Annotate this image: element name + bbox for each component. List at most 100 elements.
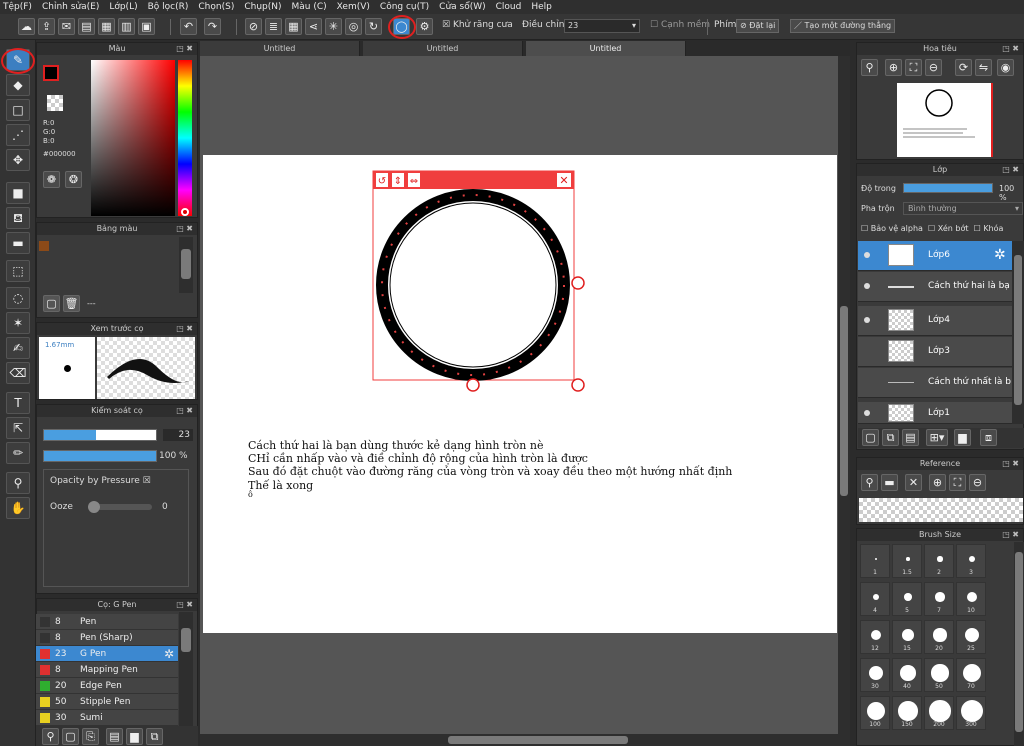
brush-size-cell[interactable]: 300 xyxy=(956,696,986,730)
layer-row[interactable]: Lớp4 xyxy=(858,306,1014,336)
ref-close-icon[interactable]: ✕ xyxy=(905,474,922,491)
brush-size-cell[interactable]: 7 xyxy=(924,582,954,616)
brush-copy-icon[interactable]: ⎘ xyxy=(82,728,99,745)
brush-size-cell[interactable]: 40 xyxy=(892,658,922,692)
operation-tool-icon[interactable]: ⇱ xyxy=(6,417,30,439)
layer-copy-icon[interactable]: ⧉ xyxy=(882,429,899,446)
tab-untitled-2[interactable]: Untitled xyxy=(363,41,523,56)
brush-folder-icon[interactable]: ▆ xyxy=(126,728,143,745)
ref-add-icon[interactable]: ⚲ xyxy=(861,474,878,491)
magic-wand-icon[interactable]: ✶ xyxy=(6,312,30,334)
nav-zoom-in-icon[interactable]: ⊕ xyxy=(885,59,902,76)
tab-untitled-1[interactable]: Untitled xyxy=(200,41,360,56)
fill-rect-icon[interactable]: ■ xyxy=(6,182,30,204)
brush-size-cell[interactable]: 3 xyxy=(956,544,986,578)
straight-line-button[interactable]: ／ Tạo một đường thẳng xyxy=(790,19,896,33)
menu-item[interactable]: Chỉnh sửa(E) xyxy=(42,2,99,12)
brush-size-cell[interactable]: 4 xyxy=(860,582,890,616)
color-wheel-icon[interactable]: ❁ xyxy=(43,171,60,188)
color-mix-icon[interactable]: ❂ xyxy=(65,171,82,188)
text-tool-icon[interactable]: T xyxy=(6,392,30,414)
brush-size-cell[interactable]: 20 xyxy=(924,620,954,654)
perspective-snap-icon[interactable]: ⋖ xyxy=(305,18,322,35)
brush-size-cell[interactable]: 1 xyxy=(860,544,890,578)
layer-opacity-slider[interactable] xyxy=(903,183,993,193)
tab-untitled-3[interactable]: Untitled xyxy=(526,41,686,56)
nav-fit-icon[interactable]: ⛶ xyxy=(905,59,922,76)
select-eraser-icon[interactable]: ⌫ xyxy=(6,362,30,384)
grid-icon[interactable]: ▣ xyxy=(138,18,155,35)
brush-size-value[interactable]: 23 xyxy=(163,429,193,441)
eraser-tool-icon[interactable]: ◆ xyxy=(6,74,30,96)
curve-snap-icon[interactable]: ↻ xyxy=(365,18,382,35)
soft-edge-checkbox[interactable]: ☐ Cạnh mềm xyxy=(650,20,710,30)
ref-zoom-in-icon[interactable]: ⊕ xyxy=(929,474,946,491)
brush-size-cell[interactable]: 2 xyxy=(924,544,954,578)
ooze-slider[interactable] xyxy=(88,501,152,513)
select-pen-icon[interactable]: ✍ xyxy=(6,337,30,359)
brush-row[interactable]: 8 Pen xyxy=(36,614,178,630)
brush-row[interactable]: 8 Pen (Sharp) xyxy=(36,630,178,646)
menu-item[interactable]: Chọn(S) xyxy=(198,2,234,12)
divide-tool-icon[interactable]: ✏ xyxy=(6,442,30,464)
blend-mode-select[interactable]: Bình thường ▾ xyxy=(903,202,1023,215)
ref-zoom-out-icon[interactable]: ⊖ xyxy=(969,474,986,491)
layer-row[interactable]: Lớp3 xyxy=(858,337,1014,367)
bucket-tool-icon[interactable]: ⛾ xyxy=(6,207,30,229)
grid-snap-icon[interactable]: ▦ xyxy=(285,18,302,35)
brush-size-slider[interactable] xyxy=(43,429,157,441)
menu-item[interactable]: Xem(V) xyxy=(337,2,370,12)
hue-slider[interactable] xyxy=(178,60,192,216)
brush-new-icon[interactable]: ▢ xyxy=(62,728,79,745)
nav-zoom-out-icon[interactable]: ⊖ xyxy=(925,59,942,76)
protect-alpha-checkbox[interactable]: ☐ Bảo vệ alpha xyxy=(861,224,923,233)
menu-item[interactable]: Bộ lọc(R) xyxy=(148,2,189,12)
brush-settings-icon[interactable]: ✲ xyxy=(164,646,174,662)
rect-select-icon[interactable]: □ xyxy=(6,99,30,121)
brush-row[interactable]: 8 Mapping Pen xyxy=(36,662,178,678)
layer-add-menu-icon[interactable]: ⊞▾ xyxy=(926,429,948,446)
lasso-tool-icon[interactable]: ◌ xyxy=(6,287,30,309)
page-icon[interactable]: ▦ xyxy=(98,18,115,35)
delete-palette-icon[interactable]: 🗑 xyxy=(63,295,80,312)
lock-checkbox[interactable]: ☐ Khóa xyxy=(974,224,1004,233)
export-icon[interactable]: ⇪ xyxy=(38,18,55,35)
circle-ruler[interactable]: ↺ ⇕ ⇔ ✕ xyxy=(370,168,590,396)
menu-item[interactable]: Cửa sổ(W) xyxy=(439,2,485,12)
ref-fit-icon[interactable]: ⛶ xyxy=(949,474,966,491)
nav-rotate-icon[interactable]: ⟳ xyxy=(955,59,972,76)
snap-settings-icon[interactable]: ⚙ xyxy=(416,18,433,35)
brush-row[interactable]: 20 Edge Pen xyxy=(36,678,178,694)
layer-folder-icon[interactable]: ▆ xyxy=(954,429,971,446)
move-tool-icon[interactable]: ✥ xyxy=(6,149,30,171)
menu-item[interactable]: Help xyxy=(531,2,552,12)
menu-item[interactable]: Công cụ(T) xyxy=(380,2,429,12)
snap-off-icon[interactable]: ⊘ xyxy=(245,18,262,35)
brush-size-cell[interactable]: 200 xyxy=(924,696,954,730)
brush-row[interactable]: 23 G Pen ✲ xyxy=(36,646,178,662)
brush-opacity-slider[interactable] xyxy=(43,450,157,462)
color-picker-area[interactable] xyxy=(91,60,175,216)
layer-row[interactable]: Cách thứ hai là bạ xyxy=(858,272,1014,302)
layer-settings-icon[interactable]: ✲ xyxy=(994,247,1006,263)
antialias-checkbox[interactable]: ☒ Khử răng cưa xyxy=(442,20,513,30)
hand-tool-icon[interactable]: ✋ xyxy=(6,497,30,519)
brush-size-cell[interactable]: 50 xyxy=(924,658,954,692)
layer-row[interactable]: Lớp1 xyxy=(858,402,1014,424)
menu-item[interactable]: Lớp(L) xyxy=(109,2,137,12)
clip-checkbox[interactable]: ☐ Xén bớt xyxy=(928,224,968,233)
layer-row[interactable]: Lớp6 ✲ xyxy=(858,241,1014,271)
nav-zoom-icon[interactable]: ⚲ xyxy=(861,59,878,76)
brush-size-cell[interactable]: 30 xyxy=(860,658,890,692)
reset-button[interactable]: ⊘ Đặt lại xyxy=(736,19,780,33)
brush-size-cell[interactable]: 25 xyxy=(956,620,986,654)
brush-row[interactable]: 30 Sumi xyxy=(36,710,178,726)
transparent-swatch[interactable] xyxy=(47,95,63,111)
parallel-snap-icon[interactable]: ≣ xyxy=(265,18,282,35)
select-tool-icon[interactable]: ⬚ xyxy=(6,260,30,282)
nav-flip-icon[interactable]: ⇋ xyxy=(975,59,992,76)
menu-item[interactable]: Cloud xyxy=(496,2,522,12)
undo-icon[interactable]: ↶ xyxy=(180,18,197,35)
concentric-snap-icon[interactable]: ◎ xyxy=(345,18,362,35)
menu-item[interactable]: Tệp(F) xyxy=(3,2,32,12)
